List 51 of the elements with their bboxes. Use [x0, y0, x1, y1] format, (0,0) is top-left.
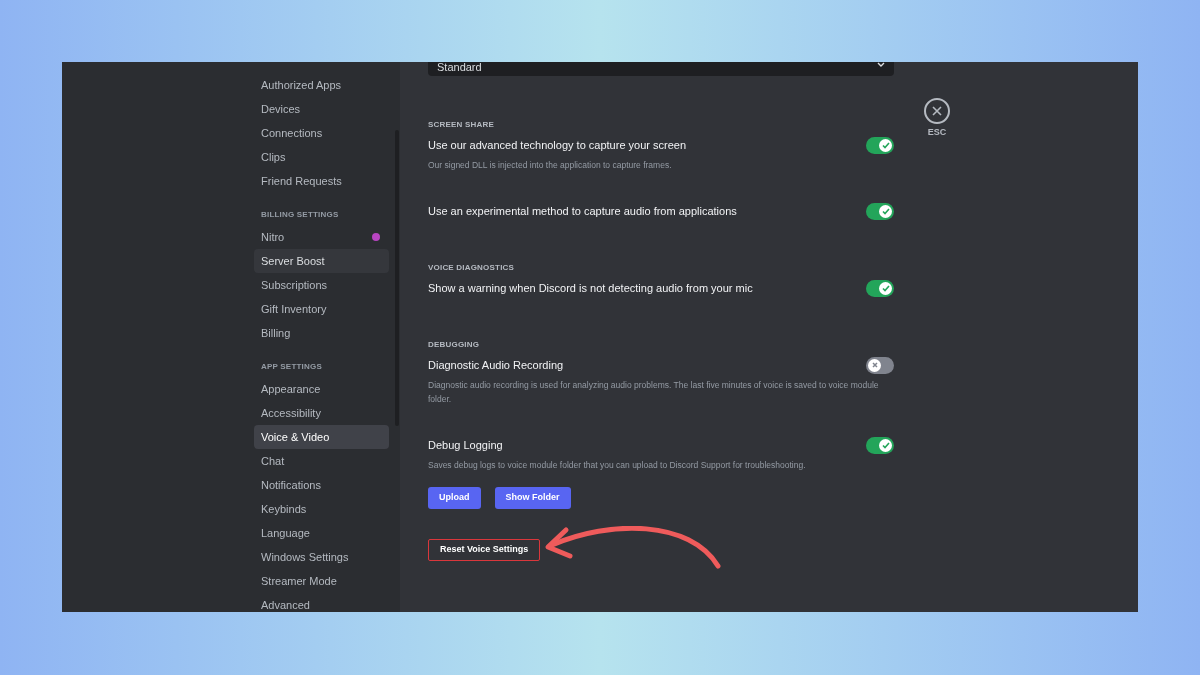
section-heading: SCREEN SHARE [428, 120, 495, 130]
sidebar-item[interactable]: Authorized Apps [254, 73, 389, 97]
sidebar-item[interactable]: Language [254, 521, 389, 545]
toggle-switch[interactable] [866, 202, 894, 220]
setting-description: Our signed DLL is injected into the application to capture frames. [428, 159, 673, 172]
toggle-switch[interactable] [866, 356, 894, 374]
setting-description: Saves debug logs to voice module folder that you can upload to Discord Support for troubleshooting. [428, 459, 807, 472]
section-heading: BILLING SETTINGS [260, 210, 340, 220]
toggle-switch[interactable] [866, 279, 894, 297]
toggle-switch[interactable] [866, 136, 894, 154]
section-heading: APP SETTINGS [260, 362, 323, 372]
close-icon [932, 106, 942, 116]
check-icon [881, 441, 890, 449]
setting-title: Diagnostic Audio Recording [428, 357, 564, 373]
sidebar-item[interactable]: Subscriptions [254, 273, 389, 297]
reset-voice-settings-button[interactable]: Reset Voice Settings [428, 539, 541, 561]
x-icon [871, 362, 878, 368]
action-button[interactable]: Show Folder [494, 487, 571, 509]
check-icon [881, 141, 890, 149]
setting-title: Show a warning when Discord is not detecting audio from your mic [428, 280, 753, 296]
sidebar-item[interactable]: Notifications [254, 473, 389, 497]
setting-title: Debug Logging [428, 437, 503, 453]
chevron-icon [877, 62, 885, 67]
sidebar-item[interactable]: Windows Settings [254, 545, 389, 569]
sidebar-item[interactable]: Keybinds [254, 497, 389, 521]
sidebar-item[interactable]: Server Boost [254, 249, 389, 273]
toggle-switch[interactable] [866, 436, 894, 454]
setting-description: Diagnostic audio recording is used for analyzing audio problems. The last five minutes of voice is saved to voice module folder. [428, 379, 880, 406]
sidebar-item[interactable]: Accessibility [254, 401, 389, 425]
sidebar-item[interactable]: Appearance [254, 377, 389, 401]
setting-title: Use an experimental method to capture audio from applications [428, 203, 737, 219]
esc-label: ESC [927, 128, 947, 137]
sidebar-item[interactable]: Chat [254, 449, 389, 473]
sidebar-item[interactable]: Friend Requests [254, 169, 389, 193]
sidebar-item[interactable]: Nitro [254, 225, 389, 249]
sidebar-item[interactable]: Gift Inventory [254, 297, 389, 321]
close-button[interactable] [924, 98, 950, 124]
setting-title: Use our advanced technology to capture your screen [428, 137, 687, 153]
check-icon [881, 207, 890, 215]
check-icon [881, 284, 890, 292]
sidebar-item[interactable]: Billing [254, 321, 389, 345]
section-heading: DEBUGGING [428, 340, 481, 350]
sidebar-item[interactable]: Streamer Mode [254, 569, 389, 593]
section-heading: VOICE DIAGNOSTICS [428, 263, 516, 273]
dropdown[interactable]: Standard [428, 62, 894, 76]
sidebar-item[interactable]: Connections [254, 121, 389, 145]
sidebar-item[interactable]: Advanced [254, 593, 389, 612]
sidebar-item[interactable]: Clips [254, 145, 389, 169]
sidebar-item[interactable]: Voice & Video [254, 425, 389, 449]
sidebar-item[interactable]: Devices [254, 97, 389, 121]
action-button[interactable]: Upload [428, 487, 481, 509]
